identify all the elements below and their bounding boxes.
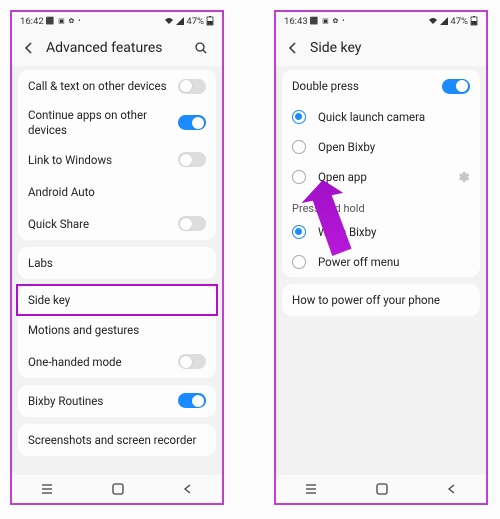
recents-button[interactable]: [40, 483, 54, 495]
item-label: Call & text on other devices: [28, 79, 178, 93]
item-label: Motions and gestures: [28, 323, 206, 337]
radio-quick-launch-camera[interactable]: Quick launch camera: [282, 102, 480, 132]
radio-open-app[interactable]: Open app: [282, 162, 480, 192]
radio-icon: [292, 140, 306, 154]
status-time: 16:42: [20, 16, 44, 27]
page-title: Advanced features: [46, 40, 194, 56]
item-bixby-routines[interactable]: Bixby Routines: [18, 385, 216, 417]
radio-label: Open Bixby: [318, 140, 375, 154]
radio-open-bixby[interactable]: Open Bixby: [282, 132, 480, 162]
toggle-off[interactable]: [178, 152, 206, 167]
wifi-icon: [428, 17, 438, 25]
home-button[interactable]: [111, 482, 125, 496]
item-link-windows[interactable]: Link to Windows: [18, 144, 216, 176]
toggle-off[interactable]: [178, 216, 206, 231]
battery-text: 47%: [186, 16, 204, 27]
item-label: Labs: [28, 256, 206, 270]
press-hold-header: Press and hold: [282, 192, 480, 217]
toggle-on[interactable]: [178, 115, 206, 130]
search-icon[interactable]: [194, 41, 212, 55]
battery-icon: [470, 16, 478, 26]
back-icon[interactable]: [286, 41, 304, 55]
page-title: Side key: [310, 40, 476, 56]
toggle-off[interactable]: [178, 354, 206, 369]
item-android-auto[interactable]: Android Auto: [18, 176, 216, 208]
toggle-on[interactable]: [442, 79, 470, 94]
battery-icon: [206, 16, 214, 26]
item-label: Link to Windows: [28, 153, 178, 167]
radio-label: Open app: [318, 170, 456, 184]
nav-bar: [12, 475, 222, 503]
item-one-handed[interactable]: One-handed mode: [18, 346, 216, 378]
toggle-on[interactable]: [178, 393, 206, 408]
radio-icon: [292, 170, 306, 184]
back-button[interactable]: [446, 483, 458, 495]
nav-bar: [276, 475, 486, 503]
header: Advanced features: [12, 30, 222, 66]
radio-icon: [292, 255, 306, 269]
settings-list: Call & text on other devices Continue ap…: [12, 66, 222, 475]
radio-label: Power off menu: [318, 255, 400, 269]
home-button[interactable]: [375, 482, 389, 496]
radio-selected-icon: [292, 110, 306, 124]
recents-button[interactable]: [304, 483, 318, 495]
radio-wake-bixby[interactable]: Wake Bixby: [282, 217, 480, 247]
item-label: One-handed mode: [28, 355, 178, 369]
item-label: Android Auto: [28, 185, 206, 199]
back-icon[interactable]: [22, 41, 40, 55]
radio-label: Wake Bixby: [318, 225, 376, 239]
item-label: How to power off your phone: [292, 293, 470, 307]
item-label: Quick Share: [28, 217, 178, 231]
wifi-icon: [164, 17, 174, 25]
signal-icon: [440, 17, 448, 25]
status-bar: 16:43 ⬛ ▣ ✿ • 47%: [276, 12, 486, 30]
item-labs[interactable]: Labs: [18, 247, 216, 279]
phone-screen-side-key: 16:43 ⬛ ▣ ✿ • 47% Side key Double press: [274, 10, 488, 505]
status-bar: 16:42 ⬛ ▣ ✿ • 47%: [12, 12, 222, 30]
gear-icon[interactable]: [456, 170, 470, 184]
header: Side key: [276, 30, 486, 66]
item-label: Screenshots and screen recorder: [28, 433, 206, 447]
double-press-header: Double press: [282, 70, 480, 102]
item-side-key[interactable]: Side key: [16, 284, 218, 316]
status-notif-icons: ⬛ ▣ ✿ •: [46, 17, 82, 25]
section-label: Double press: [292, 79, 442, 93]
item-label: Bixby Routines: [28, 394, 178, 408]
item-how-to-power-off[interactable]: How to power off your phone: [282, 284, 480, 316]
radio-power-off[interactable]: Power off menu: [282, 247, 480, 277]
item-call-text[interactable]: Call & text on other devices: [18, 70, 216, 102]
signal-icon: [176, 17, 184, 25]
item-label: Side key: [28, 293, 206, 307]
radio-selected-icon: [292, 225, 306, 239]
back-button[interactable]: [182, 483, 194, 495]
toggle-off[interactable]: [178, 79, 206, 94]
radio-label: Quick launch camera: [318, 110, 425, 124]
item-screenshots[interactable]: Screenshots and screen recorder: [18, 424, 216, 456]
battery-text: 47%: [450, 16, 468, 27]
side-key-content: Double press Quick launch camera Open Bi…: [276, 66, 486, 475]
item-continue-apps[interactable]: Continue apps on other devices: [18, 102, 216, 144]
status-notif-icons: ⬛ ▣ ✿ •: [310, 17, 346, 25]
item-motions[interactable]: Motions and gestures: [18, 314, 216, 346]
item-quick-share[interactable]: Quick Share: [18, 208, 216, 240]
item-label: Continue apps on other devices: [28, 108, 178, 138]
status-time: 16:43: [284, 16, 308, 27]
phone-screen-advanced-features: 16:42 ⬛ ▣ ✿ • 47% Advanced features: [10, 10, 224, 505]
